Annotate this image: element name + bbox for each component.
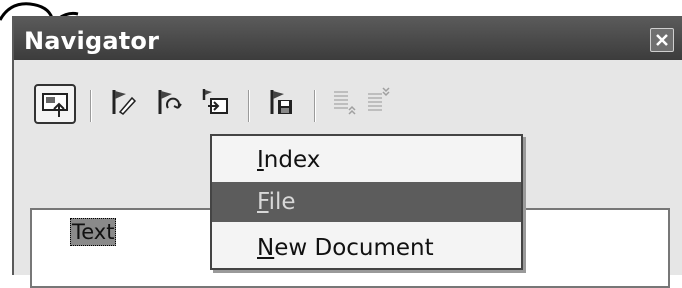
demote-level-button[interactable] bbox=[364, 86, 394, 116]
edit-flag-icon bbox=[112, 90, 137, 115]
drag-mode-icon bbox=[42, 93, 68, 117]
menu-item-label: New Document bbox=[257, 235, 434, 261]
title-bar[interactable]: Navigator bbox=[14, 18, 682, 60]
list-item[interactable]: Text bbox=[70, 218, 117, 246]
menu-item-new-document[interactable]: New Document bbox=[212, 228, 521, 268]
menu-item-label: Index bbox=[257, 147, 321, 173]
toolbar-separator bbox=[248, 90, 250, 122]
insert-flag-icon bbox=[202, 89, 228, 114]
close-icon bbox=[656, 34, 668, 46]
close-button[interactable] bbox=[650, 28, 674, 52]
demote-level-icon bbox=[368, 87, 390, 111]
toolbar-separator bbox=[90, 90, 92, 122]
promote-level-button[interactable] bbox=[330, 86, 360, 116]
drag-mode-button[interactable] bbox=[34, 84, 76, 124]
window-title: Navigator bbox=[24, 27, 160, 55]
menu-item-index[interactable]: Index bbox=[212, 140, 521, 180]
menu-item-label: File bbox=[257, 189, 296, 215]
insert-flag-button[interactable] bbox=[200, 86, 230, 116]
navigator-toolbar bbox=[14, 60, 682, 132]
save-flag-icon bbox=[270, 90, 292, 114]
save-flag-button[interactable] bbox=[266, 86, 296, 116]
next-flag-icon bbox=[158, 90, 182, 114]
drag-mode-menu: Index File New Document bbox=[210, 134, 523, 270]
edit-flag-button[interactable] bbox=[108, 86, 138, 116]
menu-item-file[interactable]: File bbox=[212, 182, 521, 222]
next-flag-button[interactable] bbox=[154, 86, 184, 116]
promote-level-icon bbox=[334, 91, 356, 115]
toolbar-separator bbox=[314, 90, 316, 122]
